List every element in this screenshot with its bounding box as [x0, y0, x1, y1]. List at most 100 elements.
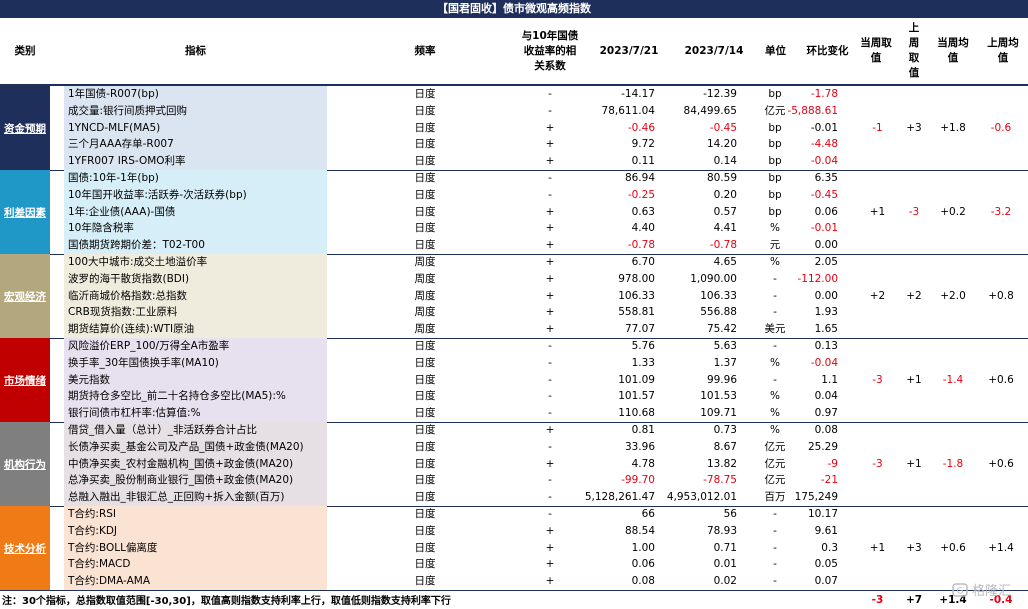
indicator-name: 三个月AAA存单-R007	[68, 138, 174, 151]
value-current: 106.33	[618, 289, 655, 302]
change-cell: -1.78	[810, 88, 838, 100]
header-unit: 单位	[765, 44, 786, 57]
relation-sign: +	[545, 155, 555, 168]
value-current: 88.54	[624, 524, 655, 537]
change-cell: -0.04	[810, 155, 838, 168]
change-cell: -5,888.61	[787, 104, 838, 117]
table-row: 成交量:银行间质押式回购 日度 -78,611.04 84,499.65 亿元 -5,88…	[0, 103, 1028, 120]
frequency-cell: 日度	[414, 172, 436, 184]
frequency-cell: 周度	[414, 306, 436, 319]
relation-sign: -	[548, 172, 552, 184]
change-cell: 0.00	[814, 289, 838, 302]
value-current: 0.08	[631, 575, 655, 588]
frequency-cell: 周度	[414, 272, 436, 285]
relation-sign: +	[545, 323, 555, 336]
value-current: -0.46	[627, 121, 655, 134]
value-previous: 99.96	[706, 373, 737, 386]
change-cell: -0.01	[810, 222, 838, 235]
indicator-name: 国债:10年-1年(bp)	[68, 172, 159, 184]
summary-this-week: -3	[872, 457, 883, 470]
frequency-cell: 日度	[414, 340, 436, 352]
change-cell: 9.61	[814, 524, 838, 537]
value-current: 86.94	[624, 172, 655, 184]
summary-this-avg: +0.6	[940, 541, 966, 554]
value-current: 77.07	[624, 323, 655, 336]
table-row: T合约:MACD 日度 +0.06 0.01-0.05	[0, 556, 1028, 573]
frequency-cell: 日度	[414, 239, 436, 252]
relation-sign: +	[545, 256, 555, 268]
value-previous: 75.42	[706, 323, 737, 336]
value-previous: 4,953,012.01	[666, 491, 737, 504]
table-row: 银行间债市杠杆率:估算值:% 日度 -110.68 109.71% 0.97	[0, 405, 1028, 422]
value-current: 0.06	[631, 558, 655, 571]
group-1: 利差因素 国债:10年-1年(bp) 日度 -86.94 80.59 bp 6.35 10年国…	[0, 170, 1028, 254]
indicator-name: 银行间债市杠杆率:估算值:%	[68, 407, 201, 420]
frequency-cell: 日度	[414, 457, 436, 470]
total-last-week: +7	[905, 594, 923, 606]
change-cell: -0.04	[810, 356, 838, 369]
value-current: 5.76	[631, 340, 655, 352]
value-previous: 56	[723, 508, 737, 520]
table-row: 总净买卖_股份制商业银行_国债+政金债(MA20) 日度 - -99.70 -78.75…	[0, 472, 1028, 489]
value-previous: 556.88	[700, 306, 737, 319]
value-previous: 4.41	[713, 222, 737, 235]
value-current: 101.57	[618, 390, 655, 403]
group-4: 机构行为 借贷_借入量（总计）_非活跃券合计占比 日度 +0.81 0.73% 0.08 长…	[0, 422, 1028, 506]
value-current: 558.81	[618, 306, 655, 319]
change-cell: 0.97	[814, 407, 838, 420]
value-previous: -0.78	[709, 239, 737, 252]
frequency-cell: 日度	[414, 88, 436, 100]
table-row: 1YFR007 IRS-OMO利率 日度 +0.11 0.14 bp -0.04	[0, 153, 1028, 170]
change-cell: 0.04	[814, 390, 838, 403]
indicator-name: 换手率_30年国债换手率(MA10)	[68, 356, 219, 369]
change-cell: -0.01	[810, 121, 838, 134]
value-previous: 101.53	[700, 390, 737, 403]
relation-sign: -	[548, 508, 552, 520]
group-2: 宏观经济 100大中城市:成交土地溢价率 周度 +6.70 4.65% 2.05 波罗的海干…	[0, 254, 1028, 338]
header-category: 类别	[14, 44, 36, 57]
value-previous: 0.14	[713, 155, 737, 168]
change-cell: 1.65	[814, 323, 838, 336]
summary-this-week: +2	[869, 289, 886, 302]
summary-last-avg: +1.4	[988, 541, 1014, 554]
frequency-cell: 日度	[414, 138, 436, 151]
relation-sign: -	[548, 491, 552, 504]
change-cell: 0.3	[821, 541, 838, 554]
frequency-cell: 日度	[414, 440, 436, 453]
frequency-cell: 日度	[414, 390, 436, 403]
indicator-name: T合约:DMA-AMA	[68, 575, 151, 588]
value-previous: 0.20	[713, 188, 737, 201]
table-row: 三个月AAA存单-R007 日度 +9.72 14.20 bp -4.48	[0, 136, 1028, 153]
change-cell: 0.07	[814, 575, 838, 588]
table-row: 风险溢价ERP_100/万得全A市盈率 日度 -5.76 5.63-0.13	[0, 338, 1028, 355]
indicator-name: 100大中城市:成交土地溢价率	[68, 256, 208, 268]
relation-sign: -	[548, 188, 552, 201]
value-current: 6.70	[631, 256, 655, 268]
summary-last-avg: -0.6	[990, 121, 1012, 134]
table-row: 期货持仓多空比_前二十名持仓多空比(MA5):% 日度 -101.57 101.53%…	[0, 388, 1028, 405]
total-this-week: -3	[871, 594, 884, 606]
value-previous: 0.02	[713, 575, 737, 588]
value-current: 5,128,261.47	[584, 491, 655, 504]
frequency-cell: 日度	[414, 155, 436, 168]
change-cell: -0.45	[810, 188, 838, 201]
value-current: 1.33	[631, 356, 655, 369]
relation-sign: +	[545, 138, 555, 151]
value-current: 1.00	[631, 541, 655, 554]
change-cell: -21	[820, 474, 838, 487]
table-row: 期货结算价(连续):WTI原油 周度 +77.07 75.42 美元 1.65	[0, 321, 1028, 338]
indicator-name: 波罗的海干散货指数(BDI)	[68, 272, 190, 285]
indicator-name: 国债期货跨期价差：T02-T00	[68, 239, 205, 252]
value-current: 101.09	[618, 373, 655, 386]
value-previous: 8.67	[713, 440, 737, 453]
value-previous: -12.39	[703, 88, 737, 100]
change-cell: 0.05	[814, 558, 838, 571]
relation-sign: -	[548, 104, 552, 117]
table-row: 10年隐含税率 日度 +4.40 4.41% -0.01	[0, 220, 1028, 237]
indicator-name: 期货持仓多空比_前二十名持仓多空比(MA5):%	[68, 390, 286, 403]
indicator-name: 10年国开收益率:活跃券-次活跃券(bp)	[68, 188, 247, 201]
value-previous: 0.71	[713, 541, 737, 554]
summary-this-week: +1	[869, 205, 886, 218]
indicator-name: T合约:KDJ	[68, 524, 118, 537]
change-cell: 1.1	[821, 373, 838, 386]
